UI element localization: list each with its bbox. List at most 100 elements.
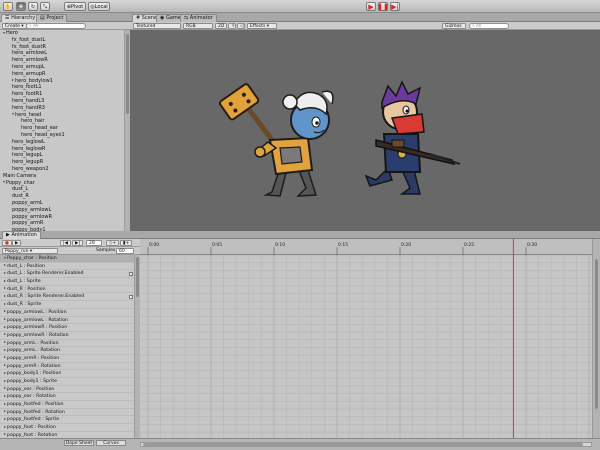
expand-arrow-icon[interactable] (4, 410, 6, 413)
animation-property-row[interactable]: dust_R : Sprite Renderer.Enabled (0, 293, 134, 302)
hierarchy-item[interactable]: dust_R (0, 193, 124, 200)
expand-arrow-icon[interactable] (4, 325, 6, 328)
animation-property-row[interactable]: dust_L : Position (0, 263, 134, 271)
expand-arrow-icon[interactable] (4, 287, 6, 290)
expand-arrow-icon[interactable] (4, 364, 6, 367)
hierarchy-item[interactable]: Hero (0, 30, 124, 37)
dopesheet-scroll-thumb[interactable] (595, 259, 598, 409)
add-keyframe-button[interactable]: ◇+ (106, 240, 120, 246)
record-button[interactable]: ● (2, 240, 12, 246)
hierarchy-item[interactable]: poppy_armlowR (0, 214, 124, 221)
rotate-tool-button[interactable]: ↻ (28, 2, 38, 11)
expand-arrow-icon[interactable] (4, 433, 6, 436)
dopesheet-scrollbar[interactable] (592, 239, 600, 438)
tab-project[interactable]: ▤ Project (36, 14, 68, 22)
frame-field[interactable]: 29 (86, 240, 102, 246)
animation-property-row[interactable]: poppy_armlowR : Position (0, 324, 134, 332)
shading-mode-dropdown[interactable]: Textured (133, 23, 181, 29)
hierarchy-item[interactable]: hero_head_ear (0, 125, 124, 132)
play-button[interactable]: ▶ (366, 2, 376, 11)
hierarchy-item[interactable]: hero_armlowR (0, 57, 124, 64)
play-animation-button[interactable]: ▶ (12, 240, 22, 246)
animation-property-row[interactable]: dust_L : Sprite (0, 278, 134, 286)
hierarchy-search-input[interactable]: ⌕ All (26, 23, 86, 29)
tab-curves[interactable]: Curves (96, 440, 126, 446)
property-scroll-thumb[interactable] (136, 257, 139, 297)
hierarchy-item[interactable]: hero_footR1 (0, 91, 124, 98)
scene-search-input[interactable]: ⌕ All (469, 23, 509, 29)
expand-arrow-icon[interactable] (4, 371, 6, 374)
clip-dropdown[interactable]: Poppy_run ▾ (2, 248, 58, 254)
hierarchy-item[interactable]: hero_handR3 (0, 105, 124, 112)
tab-animator[interactable]: ⇆ Animator (180, 14, 217, 22)
next-keyframe-button[interactable]: ▶| (72, 240, 83, 246)
animation-property-row[interactable]: poppy_armR : Position (0, 355, 134, 363)
animation-property-row[interactable]: poppy_armR : Rotation (0, 363, 134, 371)
hierarchy-item[interactable]: hero_weapon2 (0, 166, 124, 173)
move-tool-button[interactable]: ✥ (16, 2, 26, 11)
collapse-arrow-icon[interactable] (12, 79, 14, 82)
expand-arrow-icon[interactable] (4, 310, 6, 313)
expand-arrow-icon[interactable] (4, 256, 6, 259)
hierarchy-item[interactable]: fx_foot_dustR (0, 44, 124, 51)
expand-arrow-icon[interactable] (4, 394, 6, 397)
animation-property-row[interactable]: poppy_body1 : Position (0, 370, 134, 378)
pause-button[interactable]: ❚❚ (377, 2, 389, 11)
enabled-checkbox[interactable] (129, 272, 133, 277)
scale-tool-button[interactable]: ⤡ (40, 2, 50, 11)
expand-arrow-icon[interactable] (4, 333, 6, 336)
expand-arrow-icon[interactable] (3, 181, 5, 184)
animation-property-row[interactable]: dust_L : Sprite Renderer.Enabled (0, 270, 134, 279)
hierarchy-item[interactable]: poppy_armlowL (0, 207, 124, 214)
animation-property-row[interactable]: poppy_body1 : Sprite (0, 378, 134, 386)
scene-viewport[interactable] (130, 30, 600, 231)
hierarchy-item[interactable]: hero_leglowR (0, 146, 124, 153)
expand-arrow-icon[interactable] (4, 356, 6, 359)
expand-arrow-icon[interactable] (3, 31, 5, 34)
hierarchy-item[interactable]: hero_armlowL (0, 50, 124, 57)
hierarchy-item[interactable]: hero_armupL (0, 64, 124, 71)
animation-property-row[interactable]: poppy_armlowL : Rotation (0, 317, 134, 325)
audio-toggle[interactable]: ◁ (237, 23, 245, 29)
create-dropdown[interactable]: Create ▾ (2, 23, 27, 29)
animation-property-row[interactable]: poppy_ear : Position (0, 386, 134, 394)
expand-arrow-icon[interactable] (4, 318, 6, 320)
animation-property-row[interactable]: dust_R : Sprite (0, 301, 134, 309)
hierarchy-item[interactable]: hero_footL1 (0, 84, 124, 91)
pivot-toggle[interactable]: ⊕ Pivot (64, 2, 86, 11)
timeline-ruler[interactable]: 0:00 0:05 0:10 0:15 0:20 0:25 0:30 (140, 239, 592, 255)
hierarchy-item[interactable]: poppy_armL (0, 200, 124, 207)
expand-arrow-icon[interactable] (12, 113, 14, 116)
hierarchy-item[interactable]: hero_head_eyes1 (0, 132, 124, 139)
hierarchy-item[interactable]: hero_head (0, 112, 124, 119)
prev-keyframe-button[interactable]: |◀ (60, 240, 71, 246)
local-toggle[interactable]: ◎ Local (88, 2, 110, 11)
expand-arrow-icon[interactable] (4, 348, 6, 351)
animation-property-row[interactable]: poppy_armL : Position (0, 340, 134, 348)
effects-dropdown[interactable]: Effects ▾ (247, 23, 277, 29)
hierarchy-item[interactable]: dust_L (0, 186, 124, 193)
gizmos-dropdown[interactable]: Gizmos ▾ (442, 23, 466, 34)
hierarchy-item[interactable]: hero_legupL (0, 152, 124, 159)
animation-property-row[interactable]: poppy_armL : Rotation (0, 347, 134, 355)
hierarchy-item[interactable]: hero_handL3 (0, 98, 124, 105)
expand-arrow-icon[interactable] (4, 341, 6, 344)
tab-dopesheet[interactable]: Dope Sheet (64, 440, 94, 446)
dopesheet-area[interactable] (140, 254, 592, 448)
hierarchy-item[interactable]: hero_leglowL (0, 139, 124, 146)
hierarchy-scroll-thumb[interactable] (126, 34, 129, 114)
timeline-hscroll-thumb[interactable] (143, 443, 583, 446)
add-event-button[interactable]: ▮+ (120, 240, 133, 246)
expand-arrow-icon[interactable] (4, 302, 6, 305)
tab-hierarchy[interactable]: ☰ Hierarchy (1, 14, 40, 22)
hierarchy-item[interactable]: hero_armupR (0, 71, 124, 78)
hierarchy-item[interactable]: hero_legupR (0, 159, 124, 166)
expand-arrow-icon[interactable] (4, 402, 6, 405)
hierarchy-item[interactable]: fx_foot_dustL (0, 37, 124, 44)
2d-mode-toggle[interactable]: 2D (215, 23, 227, 29)
expand-arrow-icon[interactable] (4, 417, 6, 420)
animation-property-row[interactable]: poppy_armlowR : Rotation (0, 332, 134, 340)
lighting-toggle[interactable]: ☼ (228, 23, 236, 29)
samples-field[interactable]: 60 (116, 248, 134, 254)
animation-property-row[interactable]: poppy_footfed : Rotation (0, 409, 134, 417)
